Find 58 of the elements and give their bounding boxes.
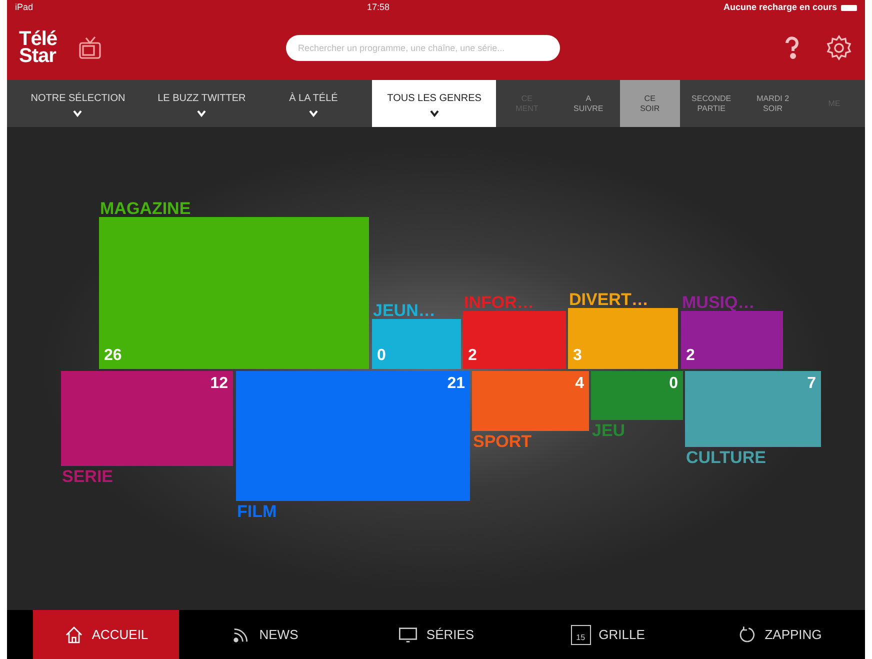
genre-count: 0 xyxy=(669,376,678,392)
logo[interactable]: Télé Star xyxy=(19,31,58,65)
search-field[interactable]: Rechercher un programme, une chaîne, une série... xyxy=(286,35,560,61)
time-tab[interactable]: CE SOIR xyxy=(620,80,680,127)
settings-icon[interactable] xyxy=(825,34,853,62)
battery-icon xyxy=(841,5,857,11)
help-icon[interactable] xyxy=(783,36,801,60)
genre-tile[interactable]: 26 xyxy=(99,217,369,369)
genre-count: 2 xyxy=(468,348,477,364)
filter-tab[interactable]: TOUS LES GENRES xyxy=(372,80,496,127)
calendar-icon: 15 xyxy=(570,624,591,644)
filter-tab[interactable]: LE BUZZ TWITTER xyxy=(148,80,254,127)
genre-count: 3 xyxy=(573,348,582,364)
clock: 17:58 xyxy=(366,1,390,14)
chevron-down-icon xyxy=(430,110,439,116)
genre-count: 21 xyxy=(447,376,465,392)
time-tab[interactable]: A SUIVRE xyxy=(558,80,618,127)
tv-icon[interactable] xyxy=(77,35,104,61)
genre-count: 0 xyxy=(377,348,386,364)
genre-tile[interactable]: 0 xyxy=(591,371,683,420)
genre-count: 12 xyxy=(210,376,228,392)
home-icon xyxy=(64,624,84,644)
filter-tab[interactable]: À LA TÉLÉ xyxy=(254,80,372,127)
genre-label: CULTURE xyxy=(686,449,766,466)
genre-tile[interactable]: 12 xyxy=(61,371,233,466)
genre-label: FILM xyxy=(237,503,277,520)
monitor-icon xyxy=(398,624,418,644)
genre-label: INFOR… xyxy=(464,294,534,311)
nav-tab[interactable]: SÉRIES xyxy=(350,610,522,659)
time-tab[interactable]: SECONDE PARTIE xyxy=(682,80,742,127)
genre-label: JEUN… xyxy=(373,302,436,319)
chevron-down-icon xyxy=(308,110,318,116)
genre-tile[interactable]: 7 xyxy=(685,371,821,447)
genre-label: SERIE xyxy=(62,468,114,485)
battery-status: Aucune recharge en cours xyxy=(723,1,837,14)
time-tab[interactable]: MARDI 2 SOIR xyxy=(743,80,803,127)
genre-label: JEU xyxy=(592,422,626,439)
chevron-down-icon xyxy=(73,110,82,116)
nav-tab[interactable]: ACCUEIL xyxy=(33,610,179,659)
genre-tile[interactable]: 21 xyxy=(236,371,470,501)
genre-label: DIVERT… xyxy=(569,291,648,308)
genre-tile[interactable]: 4 xyxy=(472,371,589,431)
genre-label: SPORT xyxy=(473,433,532,450)
genre-tile[interactable]: 2 xyxy=(463,311,566,369)
nav-tab[interactable]: 15 GRILLE xyxy=(522,610,694,659)
genre-count: 7 xyxy=(807,376,816,392)
genre-label: MUSIQ… xyxy=(682,294,755,311)
genre-label: MAGAZINE xyxy=(100,200,191,217)
device-name: iPad xyxy=(15,1,34,14)
genre-count: 26 xyxy=(104,348,122,364)
genre-tile[interactable]: 2 xyxy=(681,311,783,369)
chevron-down-icon xyxy=(197,110,206,116)
genre-count: 2 xyxy=(686,348,695,364)
nav-tab[interactable]: ZAPPING xyxy=(694,610,865,659)
nav-tab[interactable]: NEWS xyxy=(179,610,350,659)
filter-tab[interactable]: NOTRE SÉLECTION xyxy=(7,80,149,127)
genre-tile[interactable]: 0 xyxy=(372,319,461,369)
genre-count: 4 xyxy=(575,376,584,392)
